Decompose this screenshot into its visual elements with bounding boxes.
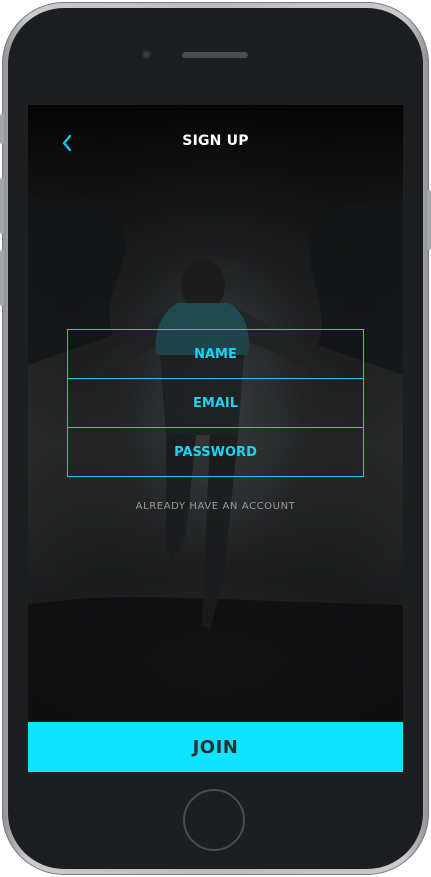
front-camera — [142, 50, 151, 59]
power-button — [427, 190, 431, 250]
name-input[interactable] — [68, 345, 363, 363]
already-have-account-link[interactable]: ALREADY HAVE AN ACCOUNT — [28, 501, 403, 512]
email-field-box — [67, 378, 364, 428]
volume-down-button — [0, 250, 4, 306]
volume-up-button — [0, 178, 4, 234]
join-button[interactable]: JOIN — [28, 722, 403, 772]
page-title: SIGN UP — [182, 133, 249, 149]
home-button[interactable] — [183, 789, 245, 851]
password-input[interactable] — [68, 443, 363, 461]
name-field-box — [67, 329, 364, 379]
earpiece-speaker — [182, 52, 248, 58]
email-input[interactable] — [68, 394, 363, 412]
signup-form — [67, 329, 364, 477]
password-field-box — [67, 427, 364, 477]
app-screen: SIGN UP ALREADY HAVE AN ACCOUNT JOIN — [28, 105, 403, 772]
mute-switch — [0, 114, 4, 144]
